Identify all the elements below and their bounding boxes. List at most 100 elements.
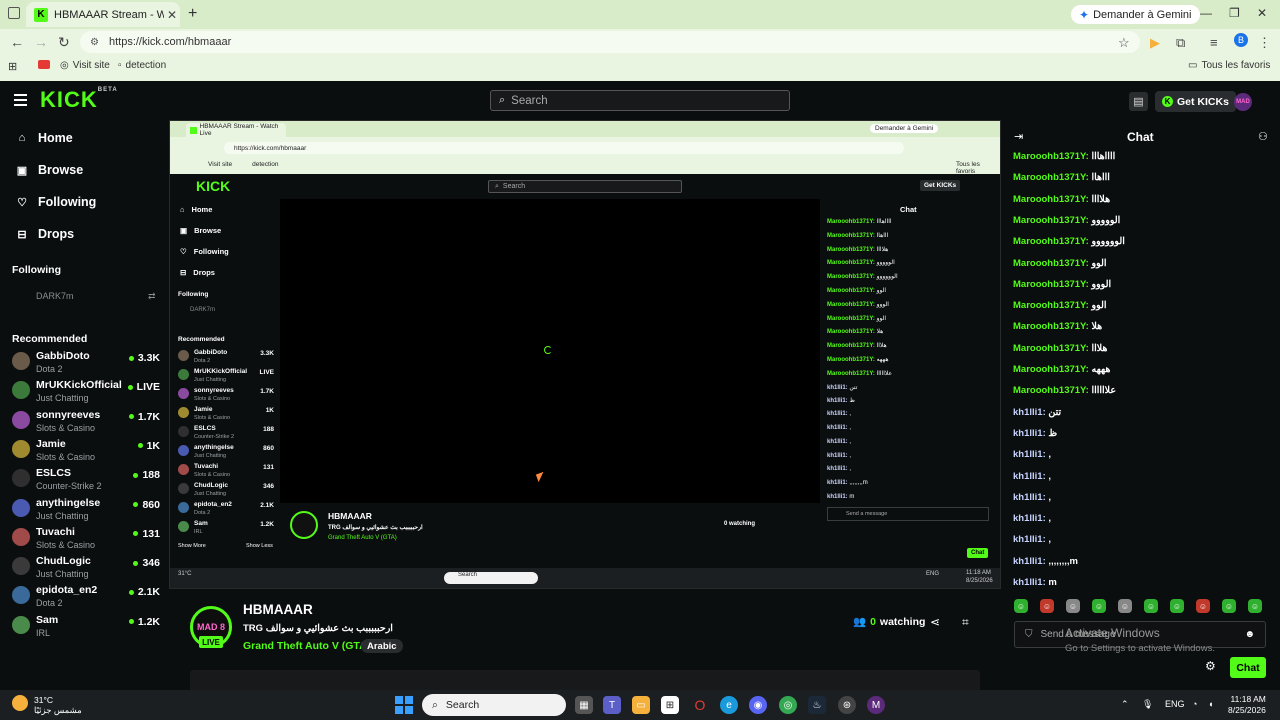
menu-icon[interactable]: ⋮ xyxy=(1258,35,1271,51)
emoji-picker-icon[interactable]: ☻ xyxy=(1244,629,1255,640)
nav-following[interactable]: ♡ Following xyxy=(16,195,96,209)
tray-overflow-icon[interactable]: ⌃ xyxy=(1121,699,1129,710)
chat-username[interactable]: Marooohb1371Y: xyxy=(1013,236,1089,247)
emote-icon[interactable]: ☺ xyxy=(1196,599,1210,613)
chat-username[interactable]: Marooohb1371Y: xyxy=(1013,151,1089,162)
recommended-channel[interactable]: Sam IRL 1.2K xyxy=(12,614,160,642)
chat-settings-icon[interactable]: ⚙ xyxy=(1205,659,1216,673)
start-button[interactable] xyxy=(395,696,413,714)
window-close-icon[interactable]: ✕ xyxy=(1257,6,1267,20)
theater-mode-icon[interactable]: ▤ xyxy=(1129,92,1148,111)
tab-list-icon[interactable]: ≡ xyxy=(1210,35,1218,50)
collapse-icon[interactable]: ⇄ xyxy=(148,291,156,302)
extension-play-icon[interactable]: ▶ xyxy=(1150,35,1160,51)
recommended-channel[interactable]: epidota_en2 Dota 2 2.1K xyxy=(12,584,160,612)
gemini-button[interactable]: ✦ Demander à Gemini xyxy=(1071,5,1200,24)
language-tag[interactable]: Arabic xyxy=(361,639,403,653)
hamburger-menu-icon[interactable] xyxy=(14,94,27,109)
nav-browse[interactable]: ▣ Browse xyxy=(16,163,83,177)
chrome-icon[interactable]: ◎ xyxy=(779,696,797,714)
discord-icon[interactable]: ◉ xyxy=(749,696,767,714)
system-clock[interactable]: 11:18 AM 8/25/2026 xyxy=(1228,694,1266,716)
recommended-channel[interactable]: MrUKKickOfficial Just Chatting LIVE xyxy=(12,379,160,407)
chat-username[interactable]: Marooohb1371Y: xyxy=(1013,194,1089,205)
emote-icon[interactable]: ☺ xyxy=(1066,599,1080,613)
emote-icon[interactable]: ☺ xyxy=(1092,599,1106,613)
emote-icon[interactable]: ☺ xyxy=(1014,599,1028,613)
tray-lang[interactable]: ENG xyxy=(1165,699,1185,709)
chat-username[interactable]: Marooohb1371Y: xyxy=(1013,343,1089,354)
profile-avatar[interactable]: B xyxy=(1234,33,1248,47)
recommended-channel[interactable]: ESLCS Counter-Strike 2 188 xyxy=(12,467,160,495)
chat-username[interactable]: kh1lli1: xyxy=(1013,449,1046,460)
chat-username[interactable]: kh1lli1: xyxy=(1013,513,1046,524)
close-tab-icon[interactable]: ✕ xyxy=(164,8,180,22)
tab-search-icon[interactable] xyxy=(8,7,20,19)
task-view-icon[interactable]: ▦ xyxy=(575,696,593,714)
chat-send-button[interactable]: Chat xyxy=(1230,657,1266,678)
clip-icon[interactable]: ⌗ xyxy=(962,615,969,630)
emote-icon[interactable]: ☺ xyxy=(1222,599,1236,613)
chat-username[interactable]: Marooohb1371Y: xyxy=(1013,279,1089,290)
chat-username[interactable]: Marooohb1371Y: xyxy=(1013,385,1089,396)
back-icon[interactable]: ← xyxy=(10,34,24,50)
chat-username[interactable]: kh1lli1: xyxy=(1013,428,1046,439)
stream-category[interactable]: Grand Theft Auto V (GTA) xyxy=(243,640,370,652)
recommended-channel[interactable]: GabbiDoto Dota 2 3.3K xyxy=(12,350,160,378)
streamer-name[interactable]: HBMAAAR xyxy=(243,602,313,617)
teams-icon[interactable]: T xyxy=(603,696,621,714)
chat-username[interactable]: kh1lli1: xyxy=(1013,407,1046,418)
emote-icon[interactable]: ☺ xyxy=(1248,599,1262,613)
site-info-icon[interactable]: ⚙ xyxy=(90,37,99,48)
chat-username[interactable]: Marooohb1371Y: xyxy=(1013,172,1089,183)
chat-username[interactable]: kh1lli1: xyxy=(1013,471,1046,482)
browser-tab[interactable]: K HBMAAAR Stream - Watch Live ✕ xyxy=(26,2,180,27)
apps-icon[interactable]: ⊞ xyxy=(8,60,17,73)
file-explorer-icon[interactable]: ▭ xyxy=(632,696,650,714)
restore-icon[interactable]: ❐ xyxy=(1229,6,1240,20)
user-avatar[interactable]: MAD xyxy=(1234,93,1252,111)
bookmark-star-icon[interactable]: ☆ xyxy=(1118,35,1130,51)
chat-username[interactable]: kh1lli1: xyxy=(1013,492,1046,503)
collapse-chat-icon[interactable]: ⇥ xyxy=(1014,130,1023,143)
following-item[interactable]: DARK7m xyxy=(36,291,74,301)
bookmark-detection[interactable]: ▫ detection xyxy=(118,60,166,71)
forward-icon[interactable]: → xyxy=(34,34,48,50)
emote-icon[interactable]: ☺ xyxy=(1144,599,1158,613)
chat-username[interactable]: Marooohb1371Y: xyxy=(1013,364,1089,375)
chat-username[interactable]: Marooohb1371Y: xyxy=(1013,215,1089,226)
opera-icon[interactable]: O xyxy=(691,696,709,714)
recommended-channel[interactable]: Tuvachi Slots & Casino 131 xyxy=(12,526,160,554)
extensions-icon[interactable]: ⧉ xyxy=(1176,35,1185,51)
get-kicks-button[interactable]: K Get KICKs xyxy=(1155,91,1236,112)
wifi-icon[interactable]: ◔ xyxy=(1192,699,1197,709)
new-tab-icon[interactable]: + xyxy=(188,5,197,23)
search-input[interactable]: ⌕ Search xyxy=(490,90,790,111)
edge-icon[interactable]: e xyxy=(720,696,738,714)
volume-icon[interactable]: ◖ xyxy=(1208,699,1213,709)
chat-users-icon[interactable]: ⚇ xyxy=(1258,130,1268,143)
chat-username[interactable]: kh1lli1: xyxy=(1013,577,1046,588)
address-bar[interactable]: ⚙ https://kick.com/hbmaaar xyxy=(80,31,1140,53)
bookmark-youtube[interactable] xyxy=(38,60,50,69)
chat-username[interactable]: Marooohb1371Y: xyxy=(1013,258,1089,269)
taskbar-search[interactable]: ⌕ Search xyxy=(422,694,566,716)
app-icon[interactable]: ⊛ xyxy=(838,696,856,714)
steam-icon[interactable]: ♨ xyxy=(808,696,826,714)
app-avatar-icon[interactable]: M xyxy=(867,696,885,714)
emote-icon[interactable]: ☺ xyxy=(1118,599,1132,613)
kick-logo[interactable]: KICKBETA xyxy=(40,87,118,113)
bookmark-visit-site[interactable]: ◎ Visit site xyxy=(60,60,110,71)
chat-username[interactable]: Marooohb1371Y: xyxy=(1013,300,1089,311)
chat-username[interactable]: kh1lli1: xyxy=(1013,556,1046,567)
reload-icon[interactable]: ↻ xyxy=(58,34,70,51)
emote-icon[interactable]: ☺ xyxy=(1170,599,1184,613)
nav-home[interactable]: ⌂ Home xyxy=(16,131,73,145)
weather-widget[interactable]: 31°C مشمس جزئيًا xyxy=(12,695,82,716)
recommended-channel[interactable]: anythingelse Just Chatting 860 xyxy=(12,497,160,525)
store-icon[interactable]: ⊞ xyxy=(661,696,679,714)
recommended-channel[interactable]: ChudLogic Just Chatting 346 xyxy=(12,555,160,583)
share-icon[interactable]: ⋖ xyxy=(930,615,940,629)
recommended-channel[interactable]: Jamie Slots & Casino 1K xyxy=(12,438,160,466)
emote-icon[interactable]: ☺ xyxy=(1040,599,1054,613)
